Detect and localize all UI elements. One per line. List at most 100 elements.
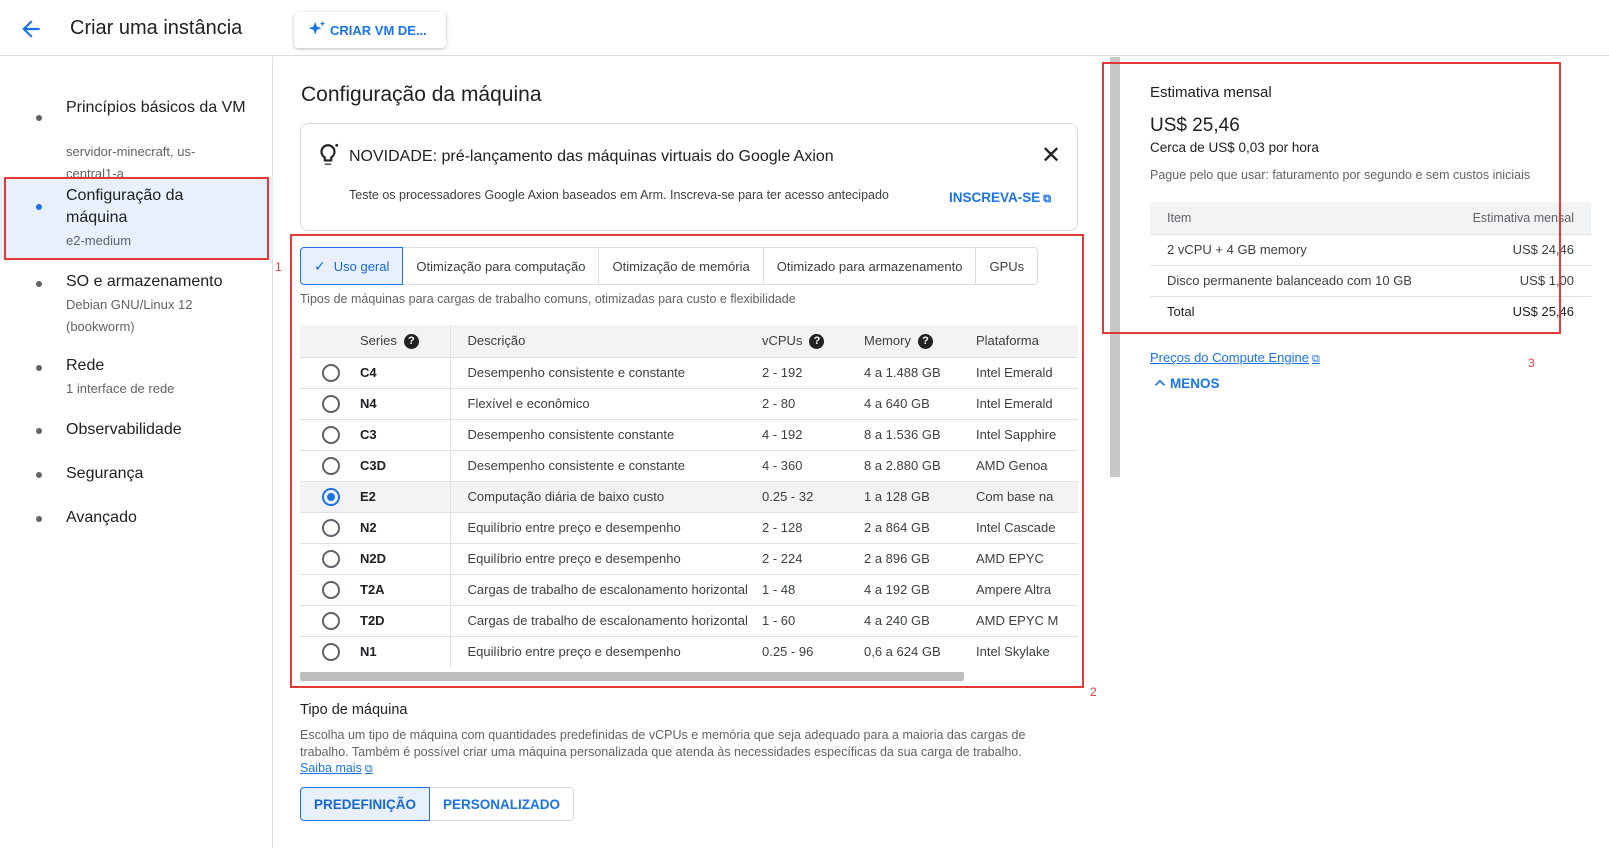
series-radio[interactable] (322, 642, 340, 661)
series-vcpus: 4 - 360 (762, 449, 864, 481)
tab-general-purpose[interactable]: ✓ Uso geral (300, 247, 404, 285)
bullet-icon (36, 115, 42, 121)
series-platform: Com base na (976, 480, 1078, 512)
machine-family-tabs: ✓ Uso geral Otimização para computação Ot… (300, 247, 1039, 285)
item-header: Item (1150, 202, 1447, 234)
tab-label: GPUs (989, 258, 1025, 274)
nav-item-observability[interactable]: Observabilidade (0, 419, 273, 447)
series-name: C3 (360, 418, 450, 450)
series-vcpus: 2 - 128 (762, 511, 864, 543)
nav-item-advanced[interactable]: Avançado (0, 507, 273, 535)
series-memory: 1 a 128 GB (864, 480, 976, 512)
series-name: E2 (360, 480, 450, 512)
estimate-item: 2 vCPU + 4 GB memory (1150, 233, 1447, 265)
nav-item-os-storage[interactable]: SO e armazenamento Debian GNU/Linux 12 (… (0, 267, 273, 343)
pricing-link[interactable]: Preços do Compute Engine ⧉ (1150, 350, 1320, 366)
preset-button[interactable]: PREDEFINIÇÃO (300, 787, 431, 821)
estimate-note: Pague pelo que usar: faturamento por seg… (1150, 168, 1531, 182)
series-radio[interactable] (322, 425, 340, 444)
series-radio[interactable] (322, 456, 340, 475)
close-icon[interactable]: ✕ (1039, 144, 1063, 168)
series-name: N2 (360, 511, 450, 543)
table-row[interactable]: T2A Cargas de trabalho de escalonamento h… (300, 573, 1078, 605)
series-desc: Equilíbrio entre preço e desempenho (449, 635, 762, 667)
chevron-up-icon (1155, 379, 1165, 386)
series-name: N1 (360, 635, 450, 667)
table-row[interactable]: C3D Desempenho consistente e constante 4 -… (300, 449, 1078, 481)
series-header-label: Series (360, 332, 397, 348)
pricing-link-label: Preços do Compute Engine (1150, 350, 1309, 365)
tab-label: Otimização de memória (612, 258, 750, 274)
series-name: N4 (360, 387, 450, 419)
table-row[interactable]: C4 Desempenho consistente e constante 2 - … (300, 356, 1078, 388)
series-platform: Intel Emerald (976, 387, 1078, 419)
vcpus-header-label: vCPUs (762, 332, 803, 348)
series-vcpus: 2 - 224 (762, 542, 864, 574)
table-row[interactable]: T2D Cargas de trabalho de escalonamento h… (300, 604, 1078, 636)
learn-more-link[interactable]: Saiba mais ⧉ (300, 761, 373, 776)
vertical-scrollbar[interactable] (1110, 57, 1120, 477)
tab-memory-optimized[interactable]: Otimização de memória (599, 248, 764, 284)
series-memory: 0,6 a 624 GB (864, 635, 976, 667)
table-row-selected[interactable]: E2 Computação diária de baixo custo 0.25 -… (300, 480, 1078, 512)
custom-button[interactable]: PERSONALIZADO (430, 788, 573, 820)
series-radio[interactable] (322, 580, 340, 599)
series-vcpus: 2 - 80 (762, 387, 864, 419)
estimate-hourly: Cerca de US$ 0,03 por hora (1150, 140, 1319, 155)
nav-item-network[interactable]: Rede 1 interface de rede (0, 353, 273, 401)
tab-storage-optimized[interactable]: Otimizado para armazenamento (764, 248, 977, 284)
table-row[interactable]: N4 Flexível e econômico 2 - 80 4 a 640 GB In… (300, 387, 1078, 419)
estimate-header-row: Item Estimativa mensal (1150, 202, 1591, 234)
left-navigation: Princípios básicos da VM servidor-minecr… (0, 57, 273, 848)
nav-item-vm-basics[interactable]: Princípios básicos da VM servidor-minecr… (0, 75, 273, 181)
estimate-row: Disco permanente balanceado com 10 GB US$… (1150, 264, 1591, 296)
nav-item-label: Avançado (66, 509, 137, 526)
series-desc: Desempenho consistente e constante (449, 356, 762, 388)
machine-type-toggle: PREDEFINIÇÃO PERSONALIZADO (300, 787, 575, 821)
signup-link[interactable]: INSCREVA-SE ⧉ (949, 190, 1051, 206)
series-radio-selected[interactable] (322, 487, 340, 506)
tab-gpus[interactable]: GPUs (976, 248, 1037, 284)
nav-item-label: Segurança (66, 465, 144, 482)
series-radio[interactable] (322, 518, 340, 537)
bullet-icon (36, 281, 42, 287)
table-row[interactable]: N2 Equilíbrio entre preço e desempenho 2 -… (300, 511, 1078, 543)
radio-column-header (300, 325, 360, 357)
back-arrow-icon[interactable] (18, 16, 44, 42)
series-desc: Cargas de trabalho de escalonamento hori… (449, 573, 762, 605)
series-radio[interactable] (322, 363, 340, 382)
series-vcpus: 0.25 - 32 (762, 480, 864, 512)
create-vm-from-button[interactable]: CRIAR VM DE... (294, 12, 446, 48)
tab-description: Tipos de máquinas para cargas de trabalh… (300, 292, 796, 306)
horizontal-scrollbar[interactable] (300, 672, 964, 681)
nav-item-machine-config[interactable]: Configuração da máquina e2-medium (0, 177, 273, 259)
estimate-total-row: Total US$ 25,46 (1150, 295, 1591, 327)
help-icon[interactable]: ? (403, 333, 419, 349)
series-table: Series? Descrição vCPUs? Memory? Platafo… (300, 325, 1078, 667)
nav-item-label: Observabilidade (66, 421, 182, 438)
help-icon[interactable]: ? (917, 333, 933, 349)
table-row[interactable]: N2D Equilíbrio entre preço e desempenho 2 … (300, 542, 1078, 574)
nav-item-security[interactable]: Segurança (0, 463, 273, 491)
table-row[interactable]: C3 Desempenho consistente constante 4 - 19… (300, 418, 1078, 450)
machine-type-title: Tipo de máquina (300, 702, 408, 718)
nav-item-sub: e2-medium (66, 233, 132, 248)
nav-item-label: Configuração da máquina (66, 187, 184, 226)
help-icon[interactable]: ? (809, 333, 825, 349)
series-radio[interactable] (322, 549, 340, 568)
tab-label: Uso geral (333, 258, 390, 274)
less-label: MENOS (1170, 375, 1220, 391)
series-radio[interactable] (322, 611, 340, 630)
section-title: Configuração da máquina (301, 83, 542, 106)
table-row[interactable]: N1 Equilíbrio entre preço e desempenho 0.2… (300, 635, 1078, 667)
external-link-icon: ⧉ (364, 763, 373, 775)
series-radio[interactable] (322, 394, 340, 413)
tab-compute-optimized[interactable]: Otimização para computação (403, 248, 600, 284)
estimate-cost: US$ 24,46 (1446, 233, 1591, 265)
vcpus-header: vCPUs? (762, 325, 864, 357)
series-vcpus: 1 - 48 (762, 573, 864, 605)
series-platform: Intel Emerald (976, 356, 1078, 388)
estimate-table: Item Estimativa mensal 2 vCPU + 4 GB mem… (1150, 202, 1591, 327)
less-button[interactable]: MENOS (1150, 373, 1220, 393)
bullet-icon (36, 428, 42, 434)
